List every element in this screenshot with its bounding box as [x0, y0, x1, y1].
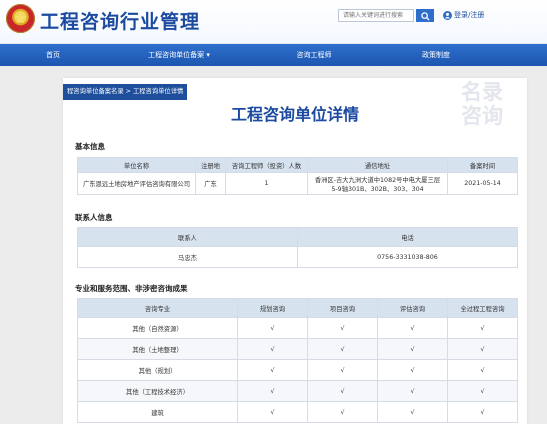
main-nav: 首页 工程咨询单位备案 ▾ 咨询工程师 政策制度: [0, 44, 547, 66]
column-header: 注册地: [195, 157, 226, 173]
contact-info-title: 联系人信息: [75, 213, 113, 222]
table-row: 其他（规划） √ √ √ √: [77, 359, 518, 381]
check-mark: √: [377, 401, 448, 423]
nav-item-label: 首页: [46, 51, 60, 59]
check-mark: √: [447, 338, 518, 360]
check-mark: √: [447, 401, 518, 423]
services-table: 咨询专业 规划咨询 项目咨询 评估咨询 全过程工程咨询 其他（自然资源） √ √…: [77, 298, 518, 423]
service-name: 其他（自然资源）: [77, 317, 238, 339]
nav-item-engineer[interactable]: 咨询工程师: [252, 50, 376, 60]
check-mark: √: [237, 359, 308, 381]
column-header: 通信地址: [307, 157, 448, 173]
check-mark: √: [447, 317, 518, 339]
check-mark: √: [377, 380, 448, 402]
column-header: 全过程工程咨询: [447, 298, 518, 318]
table-row: 马忠杰 0756-3331038-806: [77, 246, 518, 268]
search-icon: [420, 12, 430, 21]
detail-card: 名录 咨询 程咨询单位备案名录 > 工程咨询单位详情 工程咨询单位详情 基本信息…: [63, 78, 527, 424]
unit-address: 香洲区-吉大九洲大道中1082号中电大厦三层 5-9轴301B、302B、303…: [307, 172, 448, 195]
nav-item-label: 政策制度: [422, 51, 450, 59]
table-row: 建筑 √ √ √ √: [77, 401, 518, 423]
nav-item-home[interactable]: 首页: [0, 50, 106, 60]
table-row: 其他（自然资源） √ √ √ √: [77, 317, 518, 339]
record-date: 2021-05-14: [447, 172, 518, 195]
check-mark: √: [307, 317, 378, 339]
nav-item-policy[interactable]: 政策制度: [376, 50, 496, 60]
check-mark: √: [307, 380, 378, 402]
check-mark: √: [237, 380, 308, 402]
service-name: 其他（工程技术经济）: [77, 380, 238, 402]
check-mark: √: [447, 380, 518, 402]
unit-region: 广东: [195, 172, 226, 195]
engineer-count: 1: [225, 172, 308, 195]
column-header: 备案时间: [447, 157, 518, 173]
column-header: 电话: [297, 227, 518, 247]
search-button[interactable]: [416, 9, 434, 22]
check-mark: √: [447, 359, 518, 381]
service-name: 建筑: [77, 401, 238, 423]
unit-name: 广东恩远土地房地产评估咨询有限公司: [77, 172, 196, 195]
check-mark: √: [307, 401, 378, 423]
login-label: 登录/注册: [454, 11, 485, 19]
contact-table: 联系人 电话 马忠杰 0756-3331038-806: [77, 227, 518, 268]
check-mark: √: [237, 317, 308, 339]
check-mark: √: [307, 359, 378, 381]
user-icon: [443, 10, 452, 20]
check-mark: √: [377, 359, 448, 381]
column-header: 联系人: [77, 227, 298, 247]
caret-down-icon: ▾: [206, 51, 210, 59]
check-mark: √: [237, 338, 308, 360]
nav-item-unit-record[interactable]: 工程咨询单位备案 ▾: [106, 50, 252, 60]
check-mark: √: [237, 401, 308, 423]
login-register-link[interactable]: 登录/注册: [443, 10, 484, 20]
column-header: 评估咨询: [377, 298, 448, 318]
basic-info-title: 基本信息: [75, 142, 105, 151]
search-input[interactable]: [338, 9, 414, 22]
contact-name: 马忠杰: [77, 246, 298, 268]
table-row: 其他（土地整理） √ √ √ √: [77, 338, 518, 360]
service-name: 其他（土地整理）: [77, 338, 238, 360]
column-header: 咨询工程师（投资）人数: [225, 157, 308, 173]
check-mark: √: [377, 338, 448, 360]
breadcrumb[interactable]: 程咨询单位备案名录 > 工程咨询单位详情: [63, 84, 188, 100]
column-header: 规划咨询: [237, 298, 308, 318]
nav-item-label: 工程咨询单位备案: [148, 51, 205, 59]
column-header: 咨询专业: [77, 298, 238, 318]
check-mark: √: [377, 317, 448, 339]
table-row: 广东恩远土地房地产评估咨询有限公司 广东 1 香洲区-吉大九洲大道中1082号中…: [77, 172, 518, 195]
page-title: 工程咨询单位详情: [230, 105, 359, 124]
services-title: 专业和服务范围、非涉密咨询成果: [75, 284, 188, 293]
service-name: 其他（规划）: [77, 359, 238, 381]
basic-info-table: 单位名称 注册地 咨询工程师（投资）人数 通信地址 备案时间 广东恩远土地房地产…: [77, 157, 518, 195]
site-header: 工程咨询行业管理 登录/注册: [0, 0, 547, 44]
site-title[interactable]: 工程咨询行业管理: [40, 7, 200, 34]
contact-phone: 0756-3331038-806: [297, 246, 518, 268]
column-header: 单位名称: [77, 157, 196, 173]
national-emblem-icon: [6, 4, 35, 33]
nav-item-label: 咨询工程师: [296, 51, 332, 59]
table-row: 其他（工程技术经济） √ √ √ √: [77, 380, 518, 402]
column-header: 项目咨询: [307, 298, 378, 318]
check-mark: √: [307, 338, 378, 360]
